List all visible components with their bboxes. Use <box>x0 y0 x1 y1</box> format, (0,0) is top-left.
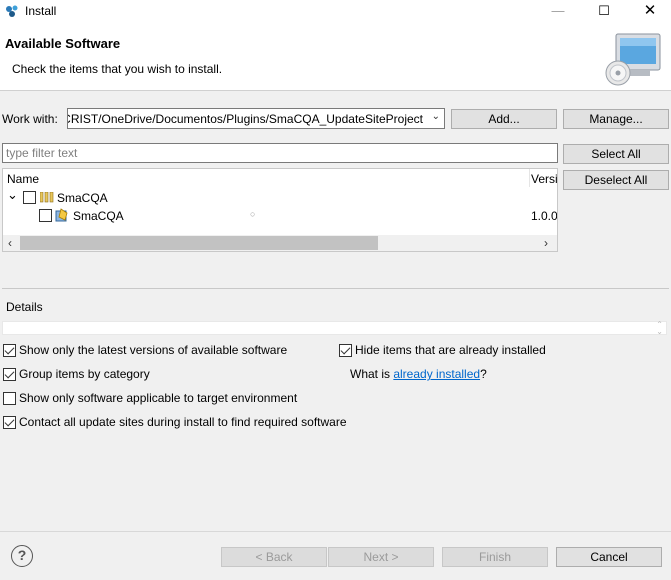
column-header-name[interactable]: Name <box>7 172 39 186</box>
scroll-left-icon[interactable]: ‹ <box>8 235 12 251</box>
contact-sites-checkbox[interactable] <box>3 416 16 429</box>
feature-plugin-icon <box>55 208 68 222</box>
work-with-value: C:/Users/CRIST/OneDrive/Documentos/Plugi… <box>68 112 423 126</box>
what-is-installed-text: What is already installed? <box>350 367 487 381</box>
help-icon[interactable]: ? <box>11 545 33 567</box>
select-all-button[interactable]: Select All <box>563 144 669 164</box>
category-checkbox[interactable] <box>23 191 36 204</box>
software-tree[interactable]: Name Versi ⌄ SmaCQA SmaCQA ○ 1.0.0 ‹ › <box>2 168 558 252</box>
work-with-combo[interactable]: C:/Users/CRIST/OneDrive/Documentos/Plugi… <box>67 108 445 129</box>
category-name: SmaCQA <box>57 191 108 205</box>
page-description: Check the items that you wish to install… <box>12 62 223 76</box>
already-installed-link[interactable]: already installed <box>393 367 480 381</box>
add-button[interactable]: Add... <box>451 109 557 129</box>
target-env-label[interactable]: Show only software applicable to target … <box>19 391 297 405</box>
back-button[interactable]: < Back <box>221 547 327 567</box>
feature-name: SmaCQA <box>73 209 124 223</box>
details-separator <box>2 288 669 289</box>
contact-sites-label[interactable]: Contact all update sites during install … <box>19 415 347 429</box>
next-button[interactable]: Next > <box>328 547 434 567</box>
feature-checkbox[interactable] <box>39 209 52 222</box>
column-divider[interactable] <box>529 169 530 187</box>
close-button[interactable]: ✕ <box>627 0 671 22</box>
deselect-all-button[interactable]: Deselect All <box>563 170 669 190</box>
focus-dot: ○ <box>250 209 256 219</box>
details-label: Details <box>6 300 43 314</box>
maximize-button[interactable]: ☐ <box>581 0 627 22</box>
footer-separator <box>0 531 671 532</box>
tree-row-category[interactable]: ⌄ SmaCQA <box>3 187 557 207</box>
category-icon <box>40 192 54 203</box>
page-title: Available Software <box>5 36 121 51</box>
filter-input[interactable] <box>3 144 557 162</box>
finish-button[interactable]: Finish <box>442 547 548 567</box>
column-header-version[interactable]: Versi <box>531 172 557 186</box>
wizard-header: Available Software Check the items that … <box>0 22 671 91</box>
target-env-checkbox[interactable] <box>3 392 16 405</box>
horizontal-scrollbar[interactable]: ‹ › <box>3 235 557 251</box>
question-mark: ? <box>480 367 487 381</box>
latest-versions-label[interactable]: Show only the latest versions of availab… <box>19 343 287 357</box>
scrollbar-thumb[interactable] <box>20 236 378 250</box>
details-area[interactable]: ⌃ ⌄ <box>2 321 667 336</box>
install-banner-icon <box>605 33 661 86</box>
work-with-label: Work with: <box>2 112 58 126</box>
latest-versions-checkbox[interactable] <box>3 344 16 357</box>
minimize-button[interactable]: — <box>535 0 581 22</box>
hide-installed-checkbox[interactable] <box>339 344 352 357</box>
filter-field[interactable] <box>2 143 558 163</box>
group-by-category-label[interactable]: Group items by category <box>19 367 150 381</box>
window-titlebar: Install — ☐ ✕ <box>0 0 671 22</box>
details-scroll-icon[interactable]: ⌃ ⌄ <box>656 321 663 336</box>
eclipse-installer-icon <box>6 5 18 17</box>
tree-row-feature[interactable]: SmaCQA ○ 1.0.0 <box>3 207 557 225</box>
hide-installed-label[interactable]: Hide items that are already installed <box>355 343 546 357</box>
feature-version: 1.0.0 <box>531 209 557 223</box>
scroll-right-icon[interactable]: › <box>544 235 548 251</box>
expand-chevron-icon[interactable]: ⌄ <box>7 187 18 203</box>
manage-button[interactable]: Manage... <box>563 109 669 129</box>
window-title: Install <box>25 4 57 18</box>
cancel-button[interactable]: Cancel <box>556 547 662 567</box>
group-by-category-checkbox[interactable] <box>3 368 16 381</box>
chevron-down-icon[interactable]: ⌄ <box>432 111 440 122</box>
what-is-label: What is <box>350 367 394 381</box>
